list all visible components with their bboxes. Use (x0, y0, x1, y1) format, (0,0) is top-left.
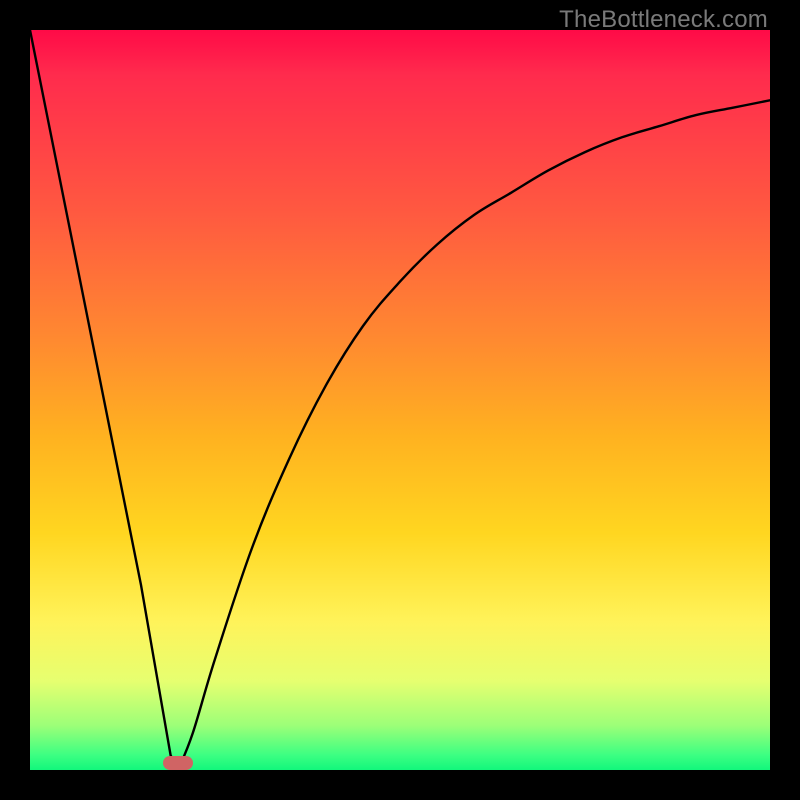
curve-svg (30, 30, 770, 770)
plot-area (30, 30, 770, 770)
curve-right-branch (178, 100, 770, 770)
minimum-marker (163, 756, 193, 770)
curve-left-branch (30, 30, 178, 770)
chart-frame: TheBottleneck.com (0, 0, 800, 800)
